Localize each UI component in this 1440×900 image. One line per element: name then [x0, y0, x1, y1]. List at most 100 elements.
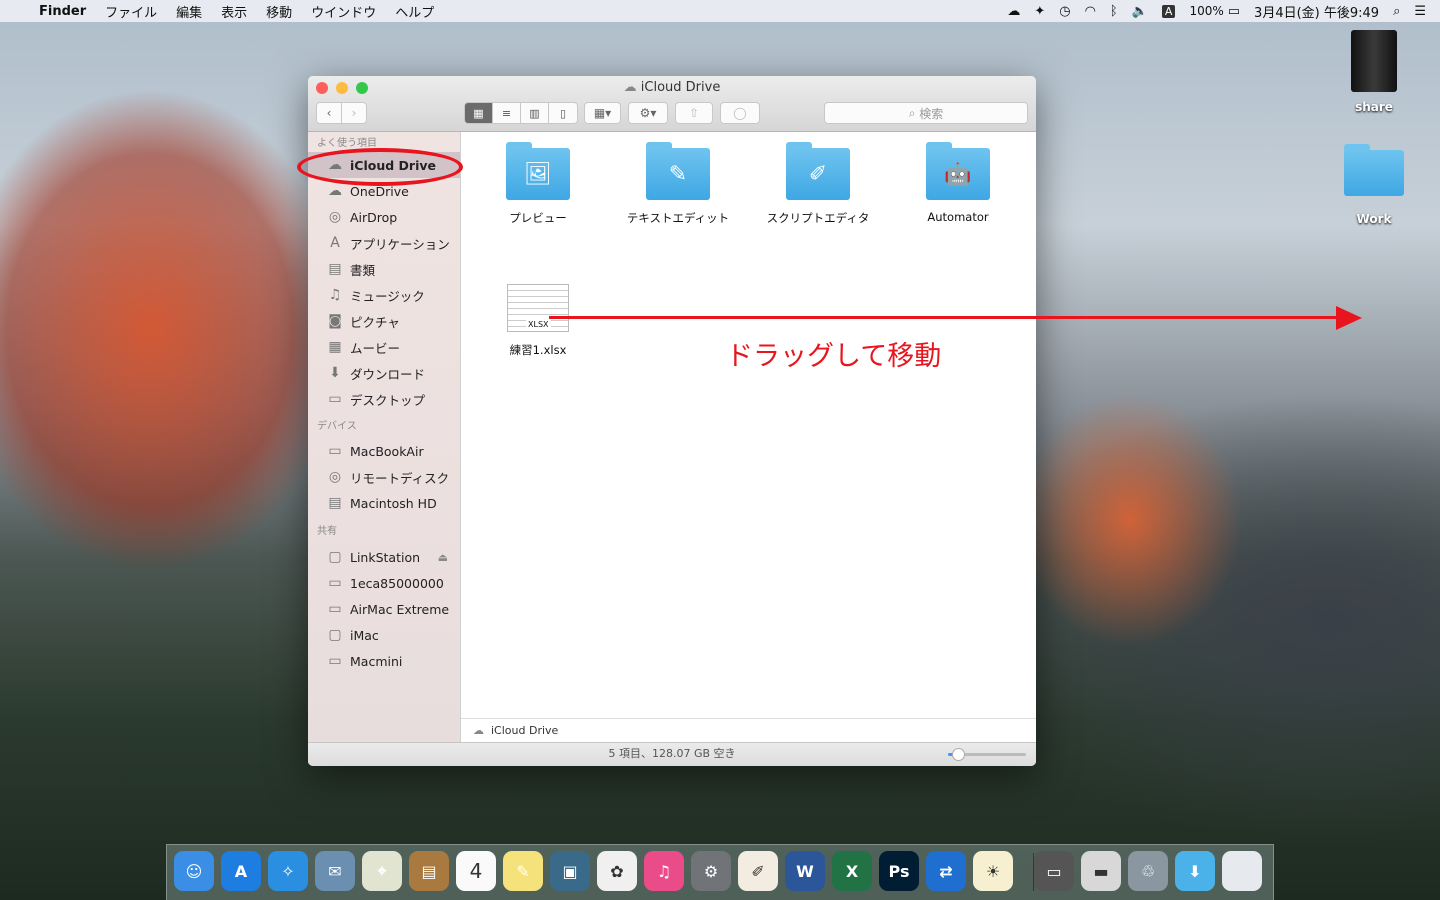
path-item[interactable]: iCloud Drive	[491, 724, 558, 737]
clock[interactable]: 3月4日(金) 午後9:49	[1254, 2, 1379, 21]
back-button[interactable]: ‹	[316, 102, 342, 124]
sidebar-item[interactable]: A アプリケーション	[308, 230, 460, 256]
evernote-icon[interactable]: ✦	[1034, 4, 1045, 19]
desktop-icon-share[interactable]: share	[1342, 30, 1406, 114]
sidebar-item[interactable]: ▭ デスクトップ	[308, 386, 460, 412]
menu-view[interactable]: 表示	[221, 2, 247, 21]
action-gear-button[interactable]: ⚙▾	[628, 102, 668, 124]
share-button[interactable]: ⇧	[675, 102, 713, 124]
sidebar-item[interactable]: ▢ LinkStation ⏏	[308, 544, 460, 570]
search-icon: ⌕	[908, 105, 920, 120]
bluetooth-icon[interactable]: ᛒ	[1110, 4, 1118, 19]
arrange-button[interactable]: ▦▾	[584, 102, 621, 124]
dock-itunes-icon[interactable]: ♫	[644, 851, 684, 891]
file-item-xlsx[interactable]: XLSX 練習1.xlsx	[468, 284, 608, 358]
time-machine-icon[interactable]: ◷	[1059, 4, 1070, 19]
sidebar-item[interactable]: ◙ ピクチャ	[308, 308, 460, 334]
menu-app-name[interactable]: Finder	[39, 4, 86, 19]
desktop-icon: ▭	[328, 391, 342, 407]
dock-downloads-icon[interactable]: ⬇	[1175, 851, 1215, 891]
menu-edit[interactable]: 編集	[176, 2, 202, 21]
dock-dashboard-icon[interactable]: ☀	[973, 851, 1013, 891]
dock-mac-mini-icon[interactable]: ▬	[1081, 851, 1121, 891]
dock-contacts-icon[interactable]: ▤	[409, 851, 449, 891]
dock-excel-icon[interactable]: X	[832, 851, 872, 891]
slider-knob[interactable]	[951, 748, 965, 761]
desktop-icon-work[interactable]: Work	[1342, 144, 1406, 226]
dock-maps-icon[interactable]: ⌖	[362, 851, 402, 891]
search-field[interactable]: ⌕ 検索	[824, 102, 1028, 124]
battery-percent: 100%	[1189, 4, 1224, 18]
sidebar-item[interactable]: ▤ 書類	[308, 256, 460, 282]
sidebar-item-label: MacBookAir	[350, 443, 424, 459]
wifi-icon[interactable]: ◠	[1085, 4, 1096, 19]
documents-icon: ▤	[328, 261, 342, 277]
eject-icon[interactable]: ⏏	[438, 551, 448, 564]
spotlight-icon[interactable]: ⌕	[1393, 4, 1400, 19]
dock-finder-icon[interactable]: ☺	[174, 851, 214, 891]
desktop-icon-label: share	[1355, 100, 1393, 114]
sidebar-item[interactable]: ◎ リモートディスク	[308, 464, 460, 490]
sidebar-item[interactable]: ♫ ミュージック	[308, 282, 460, 308]
preview-app-icon: 🖼	[506, 142, 570, 200]
dock-mail-icon[interactable]: ✉	[315, 851, 355, 891]
menu-help[interactable]: ヘルプ	[395, 2, 434, 21]
sidebar: よく使う項目 ☁ iCloud Drive ☁ OneDrive ◎ AirDrop A アプ…	[308, 132, 461, 742]
creative-cloud-icon[interactable]: ☁	[1007, 4, 1020, 19]
dock-imac-icon[interactable]: ▭	[1034, 851, 1074, 891]
dock-word-icon[interactable]: W	[785, 851, 825, 891]
menu-file[interactable]: ファイル	[105, 2, 157, 21]
battery-icon[interactable]: ▭	[1228, 4, 1240, 19]
dock-photos-icon[interactable]: ✿	[597, 851, 637, 891]
search-placeholder: 検索	[919, 106, 944, 121]
list-view-button[interactable]: ≡	[493, 103, 521, 123]
sidebar-item[interactable]: ▭ AirMac Extreme	[308, 596, 460, 622]
drag-annotation: ドラッグして移動	[726, 341, 942, 372]
sidebar-item[interactable]: ▤ Macintosh HD	[308, 490, 460, 516]
drag-arrow-line	[549, 316, 1339, 319]
dock-remote-desktop-icon[interactable]: ⇄	[926, 851, 966, 891]
dock-photoshop-icon[interactable]: Ps	[879, 851, 919, 891]
server-icon: ▭	[328, 653, 342, 669]
dock-downloads-server-icon[interactable]: ♲	[1128, 851, 1168, 891]
remote-disc-icon: ◎	[328, 469, 342, 485]
icon-view-button[interactable]: ▦	[465, 103, 493, 123]
file-label: Automator	[927, 210, 989, 224]
menu-go[interactable]: 移動	[266, 2, 292, 21]
menu-window[interactable]: ウインドウ	[311, 2, 376, 21]
dock-trash-icon[interactable]	[1222, 851, 1262, 891]
file-item-automator[interactable]: 🤖 Automator	[888, 142, 1028, 224]
icon-size-slider[interactable]	[948, 748, 1026, 761]
sidebar-header-shared: 共有	[317, 526, 337, 537]
dock-image-capture-icon[interactable]: ▣	[550, 851, 590, 891]
dock-app-store-icon[interactable]: A	[221, 851, 261, 891]
sidebar-item[interactable]: ▭ 1eca85000000	[308, 570, 460, 596]
dock-system-preferences-icon[interactable]: ⚙	[691, 851, 731, 891]
dock-safari-icon[interactable]: ✧	[268, 851, 308, 891]
sidebar-item[interactable]: ▭ Macmini	[308, 648, 460, 674]
forward-button[interactable]: ›	[341, 102, 367, 124]
dock-notes-icon[interactable]: ✎	[503, 851, 543, 891]
sidebar-item[interactable]: ▭ MacBookAir	[308, 438, 460, 464]
dock-calendar-icon[interactable]: 4	[456, 851, 496, 891]
sidebar-item[interactable]: ▦ ムービー	[308, 334, 460, 360]
music-icon: ♫	[328, 287, 342, 303]
dock-pages-icon[interactable]: ✐	[738, 851, 778, 891]
file-label: 練習1.xlsx	[509, 343, 567, 357]
file-item-textedit[interactable]: ✎ テキストエディット	[608, 142, 748, 226]
path-bar[interactable]: ☁ iCloud Drive	[461, 718, 1036, 742]
tag-button[interactable]: ◯	[720, 102, 760, 124]
view-mode-control: ▦ ≡ ▥ ▯	[464, 102, 578, 124]
file-item-preview[interactable]: 🖼 プレビュー	[468, 142, 608, 226]
sidebar-item-label: デスクトップ	[350, 392, 426, 408]
sidebar-item[interactable]: ▢ iMac	[308, 622, 460, 648]
column-view-button[interactable]: ▥	[521, 103, 549, 123]
notification-center-icon[interactable]: ☰	[1414, 4, 1426, 19]
input-mode-icon[interactable]: A	[1161, 4, 1176, 18]
coverflow-view-button[interactable]: ▯	[549, 103, 577, 123]
volume-icon[interactable]: 🔈	[1132, 4, 1148, 19]
sidebar-item[interactable]: ⬇ ダウンロード	[308, 360, 460, 386]
script-editor-app-icon: ✐	[786, 142, 850, 200]
file-item-script-editor[interactable]: ✐ スクリプトエディタ	[748, 142, 888, 226]
sidebar-item[interactable]: ◎ AirDrop	[308, 204, 460, 230]
